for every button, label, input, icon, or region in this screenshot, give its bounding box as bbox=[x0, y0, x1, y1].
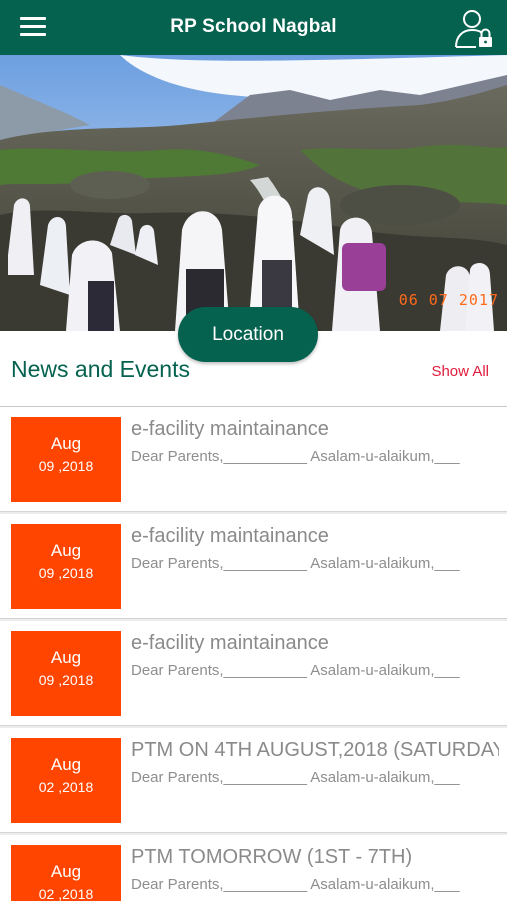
date-month: Aug bbox=[50, 541, 82, 560]
news-item[interactable]: Aug 02 ,2018 PTM TOMORROW (1ST - 7TH) De… bbox=[0, 835, 507, 901]
app-bar: RP School Nagbal bbox=[0, 0, 507, 55]
date-month: Aug bbox=[50, 648, 82, 667]
date-day-year: 09 ,2018 bbox=[38, 565, 94, 581]
news-snippet: Dear Parents,__________ Asalam-u-alaikum… bbox=[131, 448, 460, 465]
date-badge: Aug 02 ,2018 bbox=[11, 738, 121, 823]
date-day-year: 02 ,2018 bbox=[38, 779, 94, 795]
date-day-year: 09 ,2018 bbox=[38, 458, 94, 474]
date-month: Aug bbox=[50, 862, 82, 881]
app-title: RP School Nagbal bbox=[170, 16, 337, 37]
news-title: e-facility maintainance bbox=[131, 525, 329, 547]
news-item[interactable]: Aug 09 ,2018 e-facility maintainance Dea… bbox=[0, 407, 507, 512]
location-button[interactable]: Location bbox=[178, 307, 318, 362]
news-snippet: Dear Parents,__________ Asalam-u-alaikum… bbox=[131, 876, 460, 893]
school-banner-photo: 06 07 2017 bbox=[0, 55, 507, 331]
news-item[interactable]: Aug 09 ,2018 e-facility maintainance Dea… bbox=[0, 621, 507, 726]
news-title: e-facility maintainance bbox=[131, 632, 329, 654]
news-snippet: Dear Parents,__________ Asalam-u-alaikum… bbox=[131, 769, 460, 786]
date-day-year: 09 ,2018 bbox=[38, 672, 94, 688]
date-month: Aug bbox=[50, 434, 82, 453]
news-snippet: Dear Parents,__________ Asalam-u-alaikum… bbox=[131, 555, 460, 572]
user-lock-icon[interactable] bbox=[452, 6, 498, 50]
date-badge: Aug 02 ,2018 bbox=[11, 845, 121, 901]
photo-timestamp: 06 07 2017 bbox=[398, 291, 499, 309]
date-month: Aug bbox=[50, 755, 82, 774]
date-day-year: 02 ,2018 bbox=[38, 886, 94, 901]
show-all-link[interactable]: Show All bbox=[431, 363, 489, 380]
date-badge: Aug 09 ,2018 bbox=[11, 631, 121, 716]
news-list: Aug 09 ,2018 e-facility maintainance Dea… bbox=[0, 406, 507, 901]
date-badge: Aug 09 ,2018 bbox=[11, 524, 121, 609]
date-badge: Aug 09 ,2018 bbox=[11, 417, 121, 502]
news-item[interactable]: Aug 09 ,2018 e-facility maintainance Dea… bbox=[0, 514, 507, 619]
news-snippet: Dear Parents,__________ Asalam-u-alaikum… bbox=[131, 662, 460, 679]
news-title: e-facility maintainance bbox=[131, 418, 329, 440]
news-title: PTM TOMORROW (1ST - 7TH) bbox=[131, 846, 413, 868]
section-title: News and Events bbox=[11, 356, 190, 382]
news-item[interactable]: Aug 02 ,2018 PTM ON 4TH AUGUST,2018 (SAT… bbox=[0, 728, 507, 833]
news-title: PTM ON 4TH AUGUST,2018 (SATURDAY) bbox=[131, 739, 499, 761]
